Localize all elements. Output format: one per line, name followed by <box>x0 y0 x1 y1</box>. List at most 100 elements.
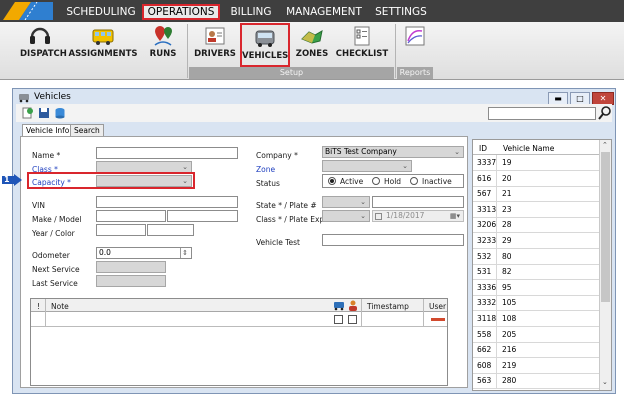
zone-label: Zone <box>256 165 276 174</box>
drivers-button[interactable]: DRIVERS <box>192 23 238 63</box>
tab-search[interactable]: Search <box>70 124 104 136</box>
company-select[interactable]: BiTS Test Company ⌄ <box>322 146 464 158</box>
status-active-radio[interactable] <box>328 177 336 185</box>
list-row[interactable]: 608 219 <box>473 357 601 374</box>
zone-select[interactable]: ⌄ <box>322 160 412 172</box>
checklist-button[interactable]: CHECKLIST <box>334 23 390 63</box>
vehicles-button[interactable]: VEHICLES <box>240 23 290 67</box>
odometer-value: 0.0 <box>99 248 111 257</box>
spinner-icon[interactable]: ⇕ <box>180 248 188 258</box>
model-field[interactable] <box>167 210 238 222</box>
scrollbar-thumb[interactable] <box>601 152 610 302</box>
headset-icon <box>30 27 50 44</box>
runs-button[interactable]: RUNS <box>146 23 180 63</box>
list-row[interactable]: 616 20 <box>473 170 601 187</box>
plate-exp-value: 1/18/2017 <box>386 211 425 220</box>
zones-button[interactable]: ZONES <box>294 23 330 63</box>
list-name-header: Vehicle Name <box>503 144 555 153</box>
list-row[interactable]: 3337 19 <box>473 155 601 171</box>
list-row[interactable]: 3206 28 <box>473 217 601 234</box>
list-cell-id: 532 <box>477 248 497 264</box>
list-row[interactable]: 563 280 <box>473 373 601 390</box>
new-record-icon[interactable] <box>22 107 34 119</box>
scroll-down-icon[interactable]: ⌄ <box>602 378 608 386</box>
name-label: Name * <box>32 151 61 160</box>
last-service-label: Last Service <box>32 279 78 288</box>
dispatch-button[interactable]: DISPATCH <box>20 23 67 63</box>
color-field[interactable] <box>147 224 194 236</box>
status-hold-radio[interactable] <box>372 177 380 185</box>
tab-vehicle-info[interactable]: Vehicle Info <box>22 124 74 136</box>
capacity-select[interactable]: ⌄ <box>96 175 192 187</box>
list-cell-name: 21 <box>502 189 512 199</box>
state-select[interactable]: ⌄ <box>322 196 370 208</box>
next-service-label: Next Service <box>32 265 80 274</box>
list-cell-id: 3336 <box>477 279 497 295</box>
zones-label: ZONES <box>295 49 329 59</box>
make-field[interactable] <box>96 210 166 222</box>
vehicle-note-checkbox[interactable] <box>334 315 343 324</box>
save-icon[interactable] <box>38 107 50 119</box>
plate-exp-date-field[interactable]: 1/18/2017 ▦▾ <box>372 210 464 222</box>
driver-note-checkbox[interactable] <box>348 315 357 324</box>
plate-field[interactable] <box>372 196 464 208</box>
list-cell-name: 105 <box>502 298 517 308</box>
menu-settings[interactable]: SETTINGS <box>372 4 430 20</box>
list-cell-id: 3233 <box>477 233 497 248</box>
list-row[interactable]: 3336 95 <box>473 279 601 296</box>
calendar-icon[interactable]: ▦▾ <box>450 211 460 221</box>
list-row[interactable]: 531 82 <box>473 264 601 281</box>
vin-field[interactable] <box>96 196 238 208</box>
list-cell-id: 3118 <box>477 311 497 326</box>
vehicle-test-field[interactable] <box>322 234 464 246</box>
list-row[interactable]: 3118 108 <box>473 311 601 327</box>
list-row[interactable]: 3313 23 <box>473 201 601 218</box>
plate-exp-checkbox[interactable] <box>375 212 382 220</box>
list-cell-id: 3313 <box>477 201 497 217</box>
drivers-label: DRIVERS <box>194 49 236 59</box>
reports-button[interactable] <box>400 23 430 63</box>
list-cell-name: 82 <box>502 267 512 277</box>
list-cell-id: 558 <box>477 326 497 342</box>
state-plate-label: State * / Plate # <box>256 201 317 210</box>
list-row[interactable]: 3233 29 <box>473 233 601 249</box>
list-cell-name: 280 <box>502 376 517 386</box>
step-marker-number: 1 <box>4 175 10 184</box>
list-scrollbar[interactable]: ⌃ ⌄ <box>599 140 611 390</box>
name-field[interactable] <box>96 147 238 159</box>
list-row[interactable]: 3332 105 <box>473 295 601 312</box>
menu-scheduling[interactable]: SCHEDULING <box>64 4 138 20</box>
menu-management[interactable]: MANAGEMENT <box>286 4 362 20</box>
status-active-label: Active <box>340 177 364 186</box>
dispatch-label: DISPATCH <box>20 49 67 59</box>
list-cell-id: 3337 <box>477 155 497 170</box>
assignments-button[interactable]: ASSIGNMENTS <box>62 23 144 63</box>
list-cell-name: 108 <box>502 314 517 323</box>
id-card-icon <box>205 27 225 45</box>
notes-timestamp-header: Timestamp <box>367 302 409 311</box>
search-icon[interactable] <box>598 106 612 120</box>
menu-operations[interactable]: OPERATIONS <box>142 4 220 20</box>
status-inactive-radio[interactable] <box>410 177 418 185</box>
year-field[interactable] <box>96 224 146 236</box>
list-row[interactable]: 558 205 <box>473 326 601 343</box>
odometer-field[interactable]: 0.0 ⇕ <box>96 247 192 259</box>
plate-class-select[interactable]: ⌄ <box>322 210 370 222</box>
chevron-down-icon: ⌄ <box>360 212 366 220</box>
list-cell-name: 80 <box>502 251 512 261</box>
list-row[interactable]: 567 21 <box>473 186 601 203</box>
scroll-up-icon[interactable]: ⌃ <box>602 141 608 149</box>
list-cell-name: 23 <box>502 204 512 214</box>
van-icon <box>255 30 275 47</box>
grid-divider <box>45 299 46 327</box>
list-row[interactable]: 532 80 <box>473 248 601 265</box>
list-cell-name: 219 <box>502 360 517 370</box>
grid-divider <box>423 299 424 327</box>
list-row[interactable]: 662 216 <box>473 342 601 359</box>
window-search-input[interactable] <box>488 107 596 120</box>
status-hold-label: Hold <box>384 177 402 186</box>
delete-note-icon[interactable] <box>431 318 445 321</box>
list-cell-name: 28 <box>502 220 512 230</box>
database-icon[interactable] <box>54 107 66 119</box>
menu-billing[interactable]: BILLING <box>226 4 276 20</box>
